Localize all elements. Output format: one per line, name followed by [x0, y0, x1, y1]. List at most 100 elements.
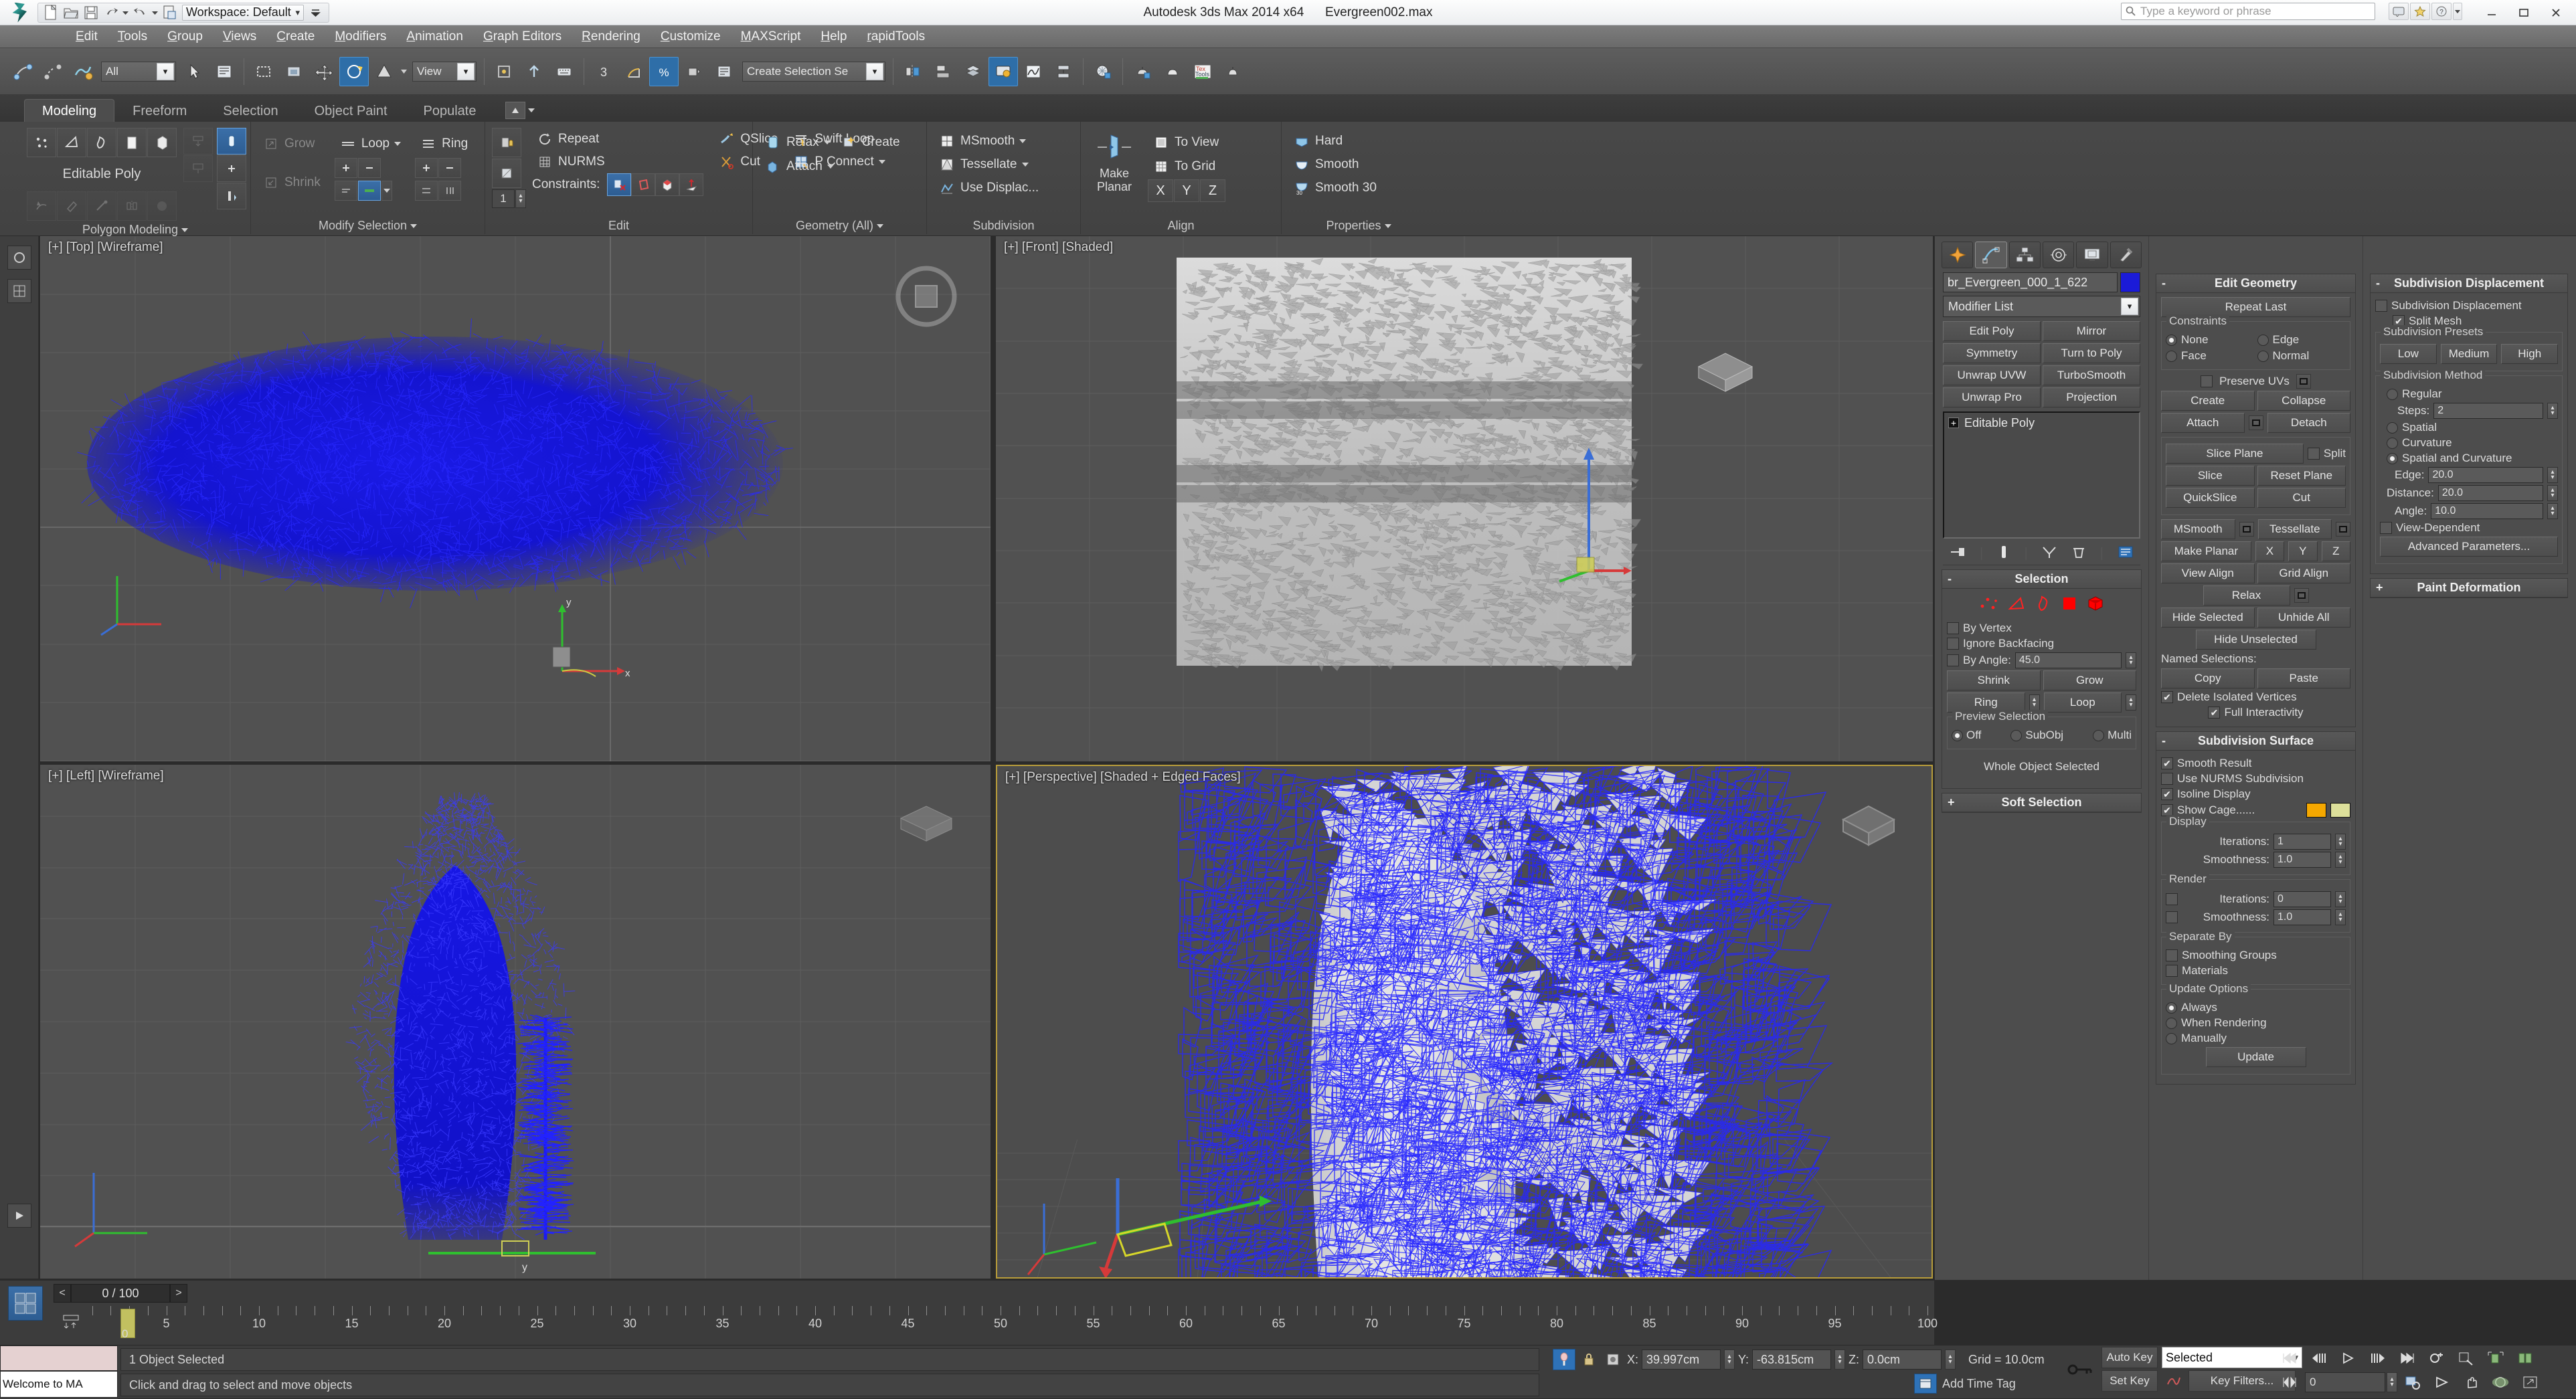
tessellate-button-panel[interactable]: Tessellate — [2257, 519, 2332, 539]
grid-align-button[interactable]: Grid Align — [2257, 563, 2350, 583]
listener-output-pane[interactable] — [0, 1345, 118, 1371]
edit-named-selection-icon[interactable] — [709, 57, 739, 86]
viewcube-top[interactable] — [893, 263, 957, 327]
rollout-selection-header[interactable]: - Selection — [1942, 570, 2141, 589]
paint-deform-button[interactable] — [57, 191, 86, 221]
pin-stack-icon[interactable] — [1950, 545, 1966, 563]
menu-item-edit[interactable]: Edit — [66, 25, 108, 48]
soft-selection-button[interactable] — [147, 191, 177, 221]
create-button-panel[interactable]: Create — [2161, 391, 2255, 411]
detach-button-panel[interactable]: Detach — [2267, 413, 2350, 433]
render-smoothness-field[interactable]: 1.0 — [2273, 909, 2331, 925]
frame-display-field[interactable]: 0 / 100 — [71, 1284, 170, 1303]
project-folder-icon[interactable] — [160, 4, 180, 21]
preset-medium-button[interactable]: Medium — [2440, 344, 2498, 364]
distance-field[interactable]: 20.0 — [2437, 485, 2543, 501]
next-frame-button-2[interactable] — [2364, 1347, 2392, 1370]
favorites-icon[interactable] — [2410, 3, 2430, 20]
generate-topology-button[interactable] — [27, 191, 56, 221]
edge-spinner[interactable]: ▴ ▾ — [2547, 467, 2558, 483]
ribbon-tab-modeling[interactable]: Modeling — [24, 99, 115, 122]
menu-item-animation[interactable]: Animation — [396, 25, 473, 48]
delete-isolated-checkbox[interactable] — [2161, 691, 2173, 703]
planar-x-button[interactable]: X — [2255, 541, 2285, 561]
align-icon[interactable] — [928, 57, 958, 86]
by-angle-field[interactable]: 45.0 — [2014, 652, 2122, 668]
update-always-radio[interactable] — [2166, 1002, 2177, 1014]
ignore-backfacing-checkbox[interactable] — [1947, 638, 1959, 650]
ring-spinner[interactable]: ▴ ▾ — [2029, 694, 2040, 711]
menu-item-views[interactable]: Views — [213, 25, 266, 48]
menu-item-create[interactable]: Create — [266, 25, 325, 48]
loop-mode-button[interactable] — [334, 181, 357, 201]
constraint-none-radio[interactable] — [2166, 334, 2177, 346]
stack-item[interactable]: + Editable Poly — [1946, 414, 2138, 432]
msmooth-button-panel[interactable]: MSmooth — [2161, 519, 2235, 539]
element-level-icon[interactable] — [2086, 595, 2105, 616]
vertex-subobject-button[interactable] — [27, 128, 56, 157]
workspace-selector[interactable]: Workspace: Default ▾ — [182, 4, 304, 21]
hard-button[interactable]: Hard — [1288, 130, 1347, 153]
make-planar-label[interactable]: Make Planar — [1088, 167, 1141, 193]
object-color-swatch[interactable] — [2120, 272, 2140, 292]
align-to-view-button[interactable]: To View — [1148, 131, 1225, 154]
modifier-button-unwrap-uvw[interactable]: Unwrap UVW — [1943, 365, 2041, 385]
y-spinner[interactable]: ▴ ▾ — [1834, 1349, 1846, 1370]
use-pivot-point-center-icon[interactable] — [489, 57, 519, 86]
shrink-button-panel[interactable]: Shrink — [1947, 670, 2041, 690]
orbit-button[interactable] — [2487, 1371, 2515, 1394]
render-production-icon[interactable] — [1128, 57, 1157, 86]
y-coordinate-field[interactable]: -63.815cm — [1752, 1349, 1832, 1370]
viewport-layout-icon[interactable] — [8, 1286, 43, 1321]
undo-dropdown-icon[interactable] — [121, 4, 131, 21]
help-icon[interactable]: ? — [2431, 3, 2452, 20]
preview-off-radio[interactable] — [1952, 729, 1963, 741]
attach-button-panel[interactable]: Attach — [2161, 413, 2245, 433]
ribbon-panel-title-edit[interactable]: Edit — [492, 217, 746, 234]
play-animation-button[interactable] — [2334, 1347, 2363, 1370]
snaps-toggle-icon[interactable]: 3 — [589, 57, 618, 86]
loop-grow-button[interactable] — [334, 158, 357, 178]
select-and-move-icon[interactable] — [309, 57, 339, 86]
modifier-button-projection[interactable]: Projection — [2043, 387, 2140, 407]
redo-dropdown-icon[interactable] — [151, 4, 160, 21]
render-iterations-field[interactable]: 0 — [2273, 891, 2331, 907]
utilities-tab[interactable] — [2110, 242, 2142, 268]
relax-settings-button[interactable] — [2294, 588, 2309, 603]
show-end-result-button[interactable] — [217, 183, 246, 209]
by-vertex-checkbox[interactable] — [1947, 622, 1959, 634]
smooth-button[interactable]: Smooth — [1288, 153, 1363, 176]
align-to-grid-button[interactable]: To Grid — [1148, 155, 1225, 178]
percent-snap-toggle-icon[interactable]: % — [649, 56, 679, 86]
ribbon-tab-selection[interactable]: Selection — [205, 99, 296, 122]
edit-count-spinner[interactable]: ▴ ▾ — [515, 189, 526, 208]
loop-button[interactable]: Loop — [335, 132, 406, 155]
maximize-button[interactable] — [2508, 1, 2540, 24]
selection-filter-combo[interactable]: All ▾ — [101, 61, 176, 82]
qat-overflow-icon[interactable] — [306, 4, 326, 21]
communication-center-icon[interactable] — [2389, 3, 2409, 20]
modifier-stack[interactable]: + Editable Poly — [1943, 411, 2140, 539]
convert-to-poly-button[interactable] — [183, 155, 213, 182]
set-key-button[interactable]: Set Key — [2101, 1370, 2158, 1392]
update-when-rendering-radio[interactable] — [2166, 1017, 2177, 1029]
edit-uvs-button[interactable] — [492, 159, 521, 188]
display-smoothness-spinner[interactable]: ▴ ▾ — [2335, 852, 2346, 868]
method-regular-radio[interactable] — [2387, 388, 2398, 400]
layer-manager-icon[interactable] — [958, 57, 988, 86]
modifier-button-edit-poly[interactable]: Edit Poly — [1943, 321, 2041, 341]
menu-item-maxscript[interactable]: MAXScript — [731, 25, 811, 48]
view-dependent-checkbox[interactable] — [2380, 522, 2392, 534]
modifier-button-turn-to-poly[interactable]: Turn to Poly — [2043, 343, 2140, 363]
make-unique-icon[interactable] — [2041, 545, 2057, 563]
method-curvature-radio[interactable] — [2387, 437, 2398, 449]
viewcube-left[interactable] — [893, 791, 957, 856]
steps-field[interactable]: 2 — [2433, 403, 2543, 419]
redo-icon[interactable] — [131, 4, 151, 21]
absolute-relative-toggle-icon[interactable] — [1553, 1349, 1575, 1370]
object-name-field[interactable]: br_Evergreen_000_1_622 — [1943, 272, 2118, 292]
rollout-soft-selection-header[interactable]: + Soft Selection — [1942, 794, 2141, 812]
render-smoothness-spinner[interactable]: ▴ ▾ — [2335, 909, 2346, 925]
hierarchy-tab[interactable] — [2008, 242, 2041, 268]
set-key-filters-icon[interactable] — [2162, 1370, 2186, 1392]
